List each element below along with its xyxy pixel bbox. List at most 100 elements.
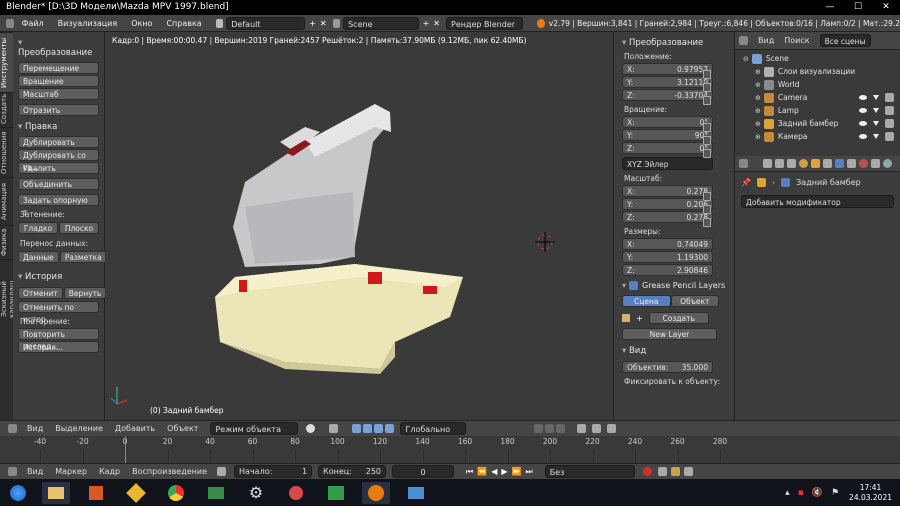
- end-frame-field[interactable]: Конец: 250: [318, 465, 387, 478]
- scene-selector[interactable]: Scene: [343, 16, 419, 30]
- lock-icon[interactable]: [703, 83, 711, 92]
- timeline-editor-icon[interactable]: [8, 467, 17, 476]
- outliner-item[interactable]: ⊕ World: [739, 78, 900, 91]
- view3d-view-menu[interactable]: Вид: [27, 424, 43, 433]
- gp-new-layer-button[interactable]: New Layer: [622, 328, 717, 340]
- maximize-button[interactable]: ☐: [844, 0, 872, 15]
- editor-type-icon[interactable]: [6, 18, 14, 28]
- expand-icon[interactable]: ⊕: [755, 107, 761, 115]
- shade-smooth-button[interactable]: Гладко: [18, 222, 58, 234]
- chrome-taskbar-icon[interactable]: [162, 482, 190, 504]
- repeat-last-button[interactable]: Повторить послед...: [18, 328, 99, 351]
- constraints-tab-icon[interactable]: [823, 159, 832, 168]
- paint-taskbar-icon[interactable]: [282, 482, 310, 504]
- tab-grease-pencil[interactable]: Эскизный карандаш: [0, 259, 16, 339]
- view3d-select-menu[interactable]: Выделение: [55, 424, 103, 433]
- tab-tools[interactable]: Инструменты: [0, 32, 13, 92]
- render-tab-icon[interactable]: [763, 159, 772, 168]
- outliner-item[interactable]: ⊕ Слои визуализации: [739, 65, 900, 78]
- tab-physics[interactable]: Физика: [0, 225, 13, 259]
- repeat-history-button[interactable]: История...: [18, 341, 99, 353]
- lock-icon[interactable]: [703, 192, 711, 201]
- data-button[interactable]: Данные: [18, 251, 59, 263]
- layer-icon[interactable]: [556, 424, 566, 433]
- outliner-item[interactable]: ⊕ Lamp: [739, 104, 900, 117]
- translate-button[interactable]: Перемещение: [18, 62, 99, 74]
- view3d-object-menu[interactable]: Объект: [167, 424, 198, 433]
- jump-keyframe-back-icon[interactable]: ⏪: [477, 467, 487, 476]
- world-tab-icon[interactable]: [799, 159, 808, 168]
- lens-field[interactable]: Объектив: 35.000: [622, 361, 713, 373]
- visibility-eye-icon[interactable]: [859, 121, 867, 126]
- volume-icon[interactable]: 🔇: [812, 488, 823, 498]
- render-camera-icon[interactable]: [885, 106, 894, 115]
- edit-panel-header[interactable]: Правка: [18, 122, 99, 132]
- add-layout-icon[interactable]: +: [309, 19, 316, 28]
- pin-icon[interactable]: 📌: [741, 178, 751, 187]
- scale-button[interactable]: Масштаб: [18, 88, 99, 100]
- duplicate-linked-button[interactable]: Дублировать со св...: [18, 149, 99, 172]
- tab-animation[interactable]: Анимация: [0, 177, 13, 225]
- scale-z-field[interactable]: Z: 0.278: [622, 211, 713, 223]
- preview-range-icon[interactable]: [217, 467, 227, 476]
- lock-icon[interactable]: [703, 205, 711, 214]
- pivot-icon[interactable]: [329, 424, 339, 433]
- outliner-item[interactable]: ⊕ Камера: [739, 130, 900, 143]
- flag-icon[interactable]: ⚑: [831, 488, 839, 498]
- outliner-view-menu[interactable]: Вид: [758, 36, 774, 45]
- selectability-arrow-icon[interactable]: [873, 134, 879, 139]
- join-button[interactable]: Объединить: [18, 178, 99, 190]
- scale-x-field[interactable]: X: 0.278: [622, 185, 713, 197]
- render-camera-icon[interactable]: [885, 132, 894, 141]
- shade-flat-button[interactable]: Плоско: [59, 222, 99, 234]
- remove-layout-icon[interactable]: ✕: [320, 19, 327, 28]
- lock-icon[interactable]: [703, 70, 711, 79]
- visibility-eye-icon[interactable]: [859, 134, 867, 139]
- outliner-display-mode[interactable]: Все сцены: [819, 34, 871, 47]
- minimize-button[interactable]: —: [816, 0, 844, 15]
- orientation-selector[interactable]: Глобально: [400, 422, 467, 435]
- visibility-eye-icon[interactable]: [859, 108, 867, 113]
- view3d-add-menu[interactable]: Добавить: [115, 424, 155, 433]
- timeline-marker-menu[interactable]: Маркер: [55, 467, 87, 476]
- jump-keyframe-forward-icon[interactable]: ⏩: [512, 467, 522, 476]
- shading-mode-icon[interactable]: [306, 424, 316, 433]
- lock-icon[interactable]: [703, 218, 711, 227]
- media-player-taskbar-icon[interactable]: [82, 482, 110, 504]
- visibility-eye-icon[interactable]: [859, 95, 867, 100]
- scale-y-field[interactable]: Y: 0.206: [622, 198, 713, 210]
- checkbox-icon[interactable]: [629, 281, 639, 290]
- rotation-x-field[interactable]: X: 0°: [622, 116, 713, 128]
- gp-object-tab[interactable]: Объект: [670, 295, 719, 307]
- start-button[interactable]: [0, 482, 36, 504]
- clock[interactable]: 17:41 24.03.2021: [849, 483, 892, 503]
- render-layers-tab-icon[interactable]: [775, 159, 784, 168]
- timeline-editor[interactable]: -40-200204060801001201401601802002202402…: [0, 436, 900, 463]
- expand-icon[interactable]: ⊕: [755, 94, 761, 102]
- settings-taskbar-icon[interactable]: ⚙: [242, 482, 270, 504]
- sync-mode-selector[interactable]: Без синхронизации: [544, 465, 635, 490]
- play-icon[interactable]: ▶: [501, 467, 507, 476]
- selectability-arrow-icon[interactable]: [873, 95, 879, 100]
- render-engine-selector[interactable]: Рендер Blender: [446, 16, 524, 30]
- rotation-z-field[interactable]: Z: 0°: [622, 142, 713, 154]
- outliner-item[interactable]: ⊖ Scene: [739, 52, 900, 65]
- texture-tab-icon[interactable]: [871, 159, 880, 168]
- dimensions-z-field[interactable]: Z: 2.90846: [622, 264, 713, 276]
- remove-scene-icon[interactable]: ✕: [433, 19, 440, 28]
- rotation-mode-selector[interactable]: XYZ Эйлер: [622, 157, 713, 170]
- snap-icon[interactable]: [592, 424, 602, 433]
- add-scene-icon[interactable]: +: [423, 19, 430, 28]
- green-app-taskbar-icon[interactable]: [322, 482, 350, 504]
- data-layout-button[interactable]: Разметка: [59, 251, 107, 263]
- close-button[interactable]: ✕: [872, 0, 900, 15]
- manipulator-icon[interactable]: [352, 424, 362, 433]
- layout-icon[interactable]: [215, 18, 224, 28]
- selectability-arrow-icon[interactable]: [873, 108, 879, 113]
- properties-editor-icon[interactable]: [739, 159, 748, 168]
- viewport-canvas[interactable]: [105, 32, 613, 420]
- jump-end-icon[interactable]: ⏭: [525, 467, 532, 477]
- auto-keying-icon[interactable]: [642, 467, 652, 476]
- outliner-item[interactable]: ⊕ Camera: [739, 91, 900, 104]
- start-frame-field[interactable]: Начало: 1: [234, 465, 313, 478]
